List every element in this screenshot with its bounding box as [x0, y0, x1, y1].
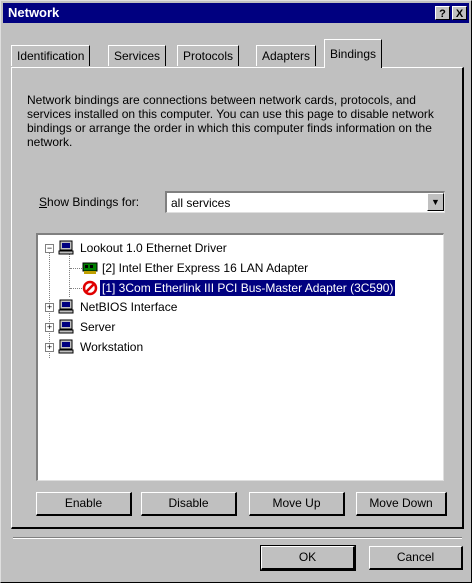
tree-item-label: Server: [80, 320, 116, 334]
tab-services[interactable]: Services: [108, 45, 167, 66]
tree-item-label: [1] 3Com Etherlink III PCI Bus-Master Ad…: [98, 279, 397, 297]
network-dialog: Network ? X Identification Services Prot…: [0, 0, 472, 583]
tab-adapters[interactable]: Adapters: [256, 45, 317, 66]
footer-separator: [13, 537, 462, 539]
tree-item-label: [2] Intel Ether Express 16 LAN Adapter: [102, 261, 309, 275]
computer-icon: [58, 319, 74, 334]
tree-child-connector: [69, 253, 70, 297]
tab-bindings[interactable]: Bindings: [324, 39, 383, 68]
tree-item-label: Lookout 1.0 Ethernet Driver: [80, 241, 227, 255]
help-button[interactable]: ?: [435, 6, 450, 20]
close-button[interactable]: X: [452, 6, 467, 20]
disable-button[interactable]: Disable: [141, 492, 237, 516]
expand-icon[interactable]: +: [45, 343, 54, 352]
title-bar[interactable]: Network ? X: [3, 3, 469, 23]
collapse-icon[interactable]: −: [45, 244, 54, 253]
chevron-down-icon[interactable]: ▼: [427, 193, 444, 211]
move-up-button[interactable]: Move Up: [249, 492, 345, 516]
show-bindings-label: Show Bindings for:: [39, 195, 140, 209]
expand-icon[interactable]: +: [45, 303, 54, 312]
ok-button[interactable]: OK: [260, 545, 356, 571]
computer-icon: [58, 240, 74, 255]
computer-icon: [58, 299, 74, 314]
computer-icon: [58, 339, 74, 354]
tree-item-label: Workstation: [80, 340, 144, 354]
show-bindings-select[interactable]: all services ▼: [165, 191, 445, 213]
tree-item-label: NetBIOS Interface: [80, 300, 178, 314]
move-down-button[interactable]: Move Down: [356, 492, 447, 516]
network-card-icon: [82, 262, 98, 274]
disabled-icon: [82, 280, 98, 296]
bindings-tree[interactable]: − Lookout 1.0 Ethernet Driver [2] Intel …: [36, 233, 444, 481]
tab-identification[interactable]: Identification: [11, 45, 91, 66]
cancel-button[interactable]: Cancel: [369, 546, 463, 570]
tab-protocols[interactable]: Protocols: [177, 45, 240, 66]
window-title: Network: [8, 5, 60, 20]
show-bindings-label-text: how Bindings for:: [47, 195, 140, 209]
enable-button[interactable]: Enable: [36, 492, 132, 516]
bindings-description: Network bindings are connections between…: [27, 93, 434, 149]
expand-icon[interactable]: +: [45, 323, 54, 332]
show-bindings-value: all services: [171, 196, 231, 210]
